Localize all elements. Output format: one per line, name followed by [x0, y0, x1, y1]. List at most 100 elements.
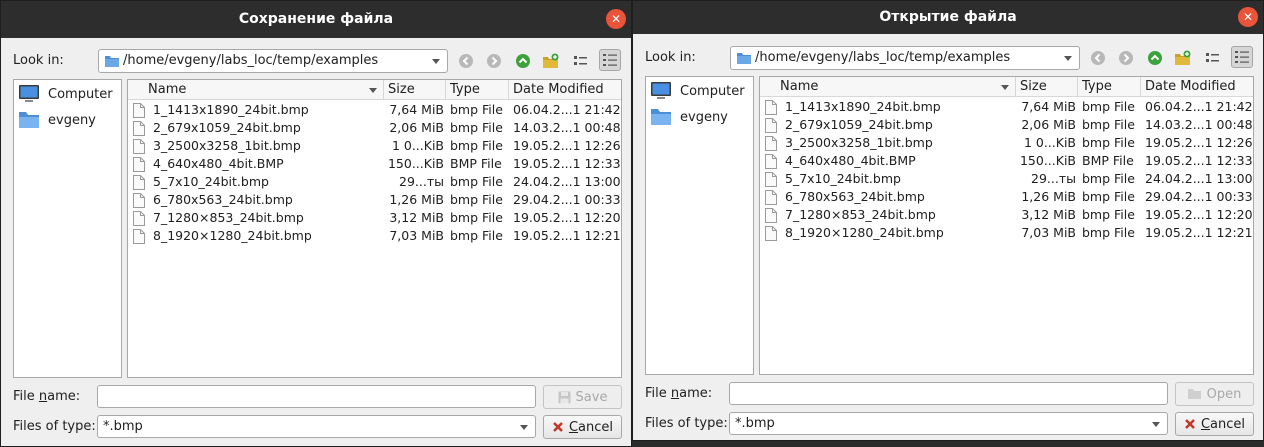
- file-row[interactable]: 3_2500x3258_1bit.bmp 1 0...KiB bmp File 19.…: [128, 137, 621, 155]
- column-header-label: Type: [450, 82, 480, 97]
- column-header-type[interactable]: Type: [1078, 77, 1141, 97]
- sidebar-item-computer[interactable]: Computer: [18, 82, 113, 106]
- file-row[interactable]: 7_1280×853_24bit.bmp 3,12 MiB bmp File 19.0…: [760, 206, 1253, 224]
- file-type-combo[interactable]: *.bmp: [97, 415, 536, 438]
- path-combo[interactable]: /home/evgeny/labs_loc/temp/examples: [730, 46, 1080, 70]
- file-row[interactable]: 5_7x10_24bit.bmp 29...ты bmp File 24.04.2..…: [760, 170, 1253, 188]
- parent-directory-button[interactable]: [1144, 47, 1166, 69]
- path-combo[interactable]: /home/evgeny/labs_loc/temp/examples: [98, 49, 448, 73]
- back-button[interactable]: [1087, 47, 1109, 69]
- file-row[interactable]: 6_780x563_24bit.bmp 1,26 MiB bmp File 29.04…: [760, 188, 1253, 206]
- column-header-label: Size: [388, 82, 415, 97]
- forward-button[interactable]: [1115, 47, 1137, 69]
- file-type-cell: bmp File: [450, 120, 503, 135]
- column-header-name[interactable]: Name: [128, 80, 384, 100]
- file-name-input[interactable]: [729, 382, 1168, 405]
- detail-view-button[interactable]: [1231, 46, 1253, 68]
- file-icon: [765, 154, 777, 169]
- file-row[interactable]: 5_7x10_24bit.bmp 29...ты bmp File 24.04.2..…: [128, 173, 621, 191]
- column-header-name[interactable]: Name: [760, 77, 1016, 97]
- file-name-cell: 7_1280×853_24bit.bmp: [785, 207, 936, 222]
- cancel-button-label: Cancel: [568, 419, 614, 435]
- file-type-cell: bmp File: [450, 228, 503, 243]
- new-folder-button[interactable]: [540, 50, 562, 72]
- file-type-cell: bmp File: [450, 102, 503, 117]
- file-row[interactable]: 1_1413x1890_24bit.bmp 7,64 MiB bmp File 06.…: [760, 98, 1253, 116]
- file-name-cell: 5_7x10_24bit.bmp: [785, 171, 901, 186]
- file-date-cell: 06.04.2...1 21:42: [1145, 99, 1253, 114]
- file-type-cell: bmp File: [1082, 117, 1135, 132]
- sidebar-item-evgeny[interactable]: evgeny: [18, 108, 96, 132]
- file-date-cell: 19.05.2...1 12:33: [513, 156, 621, 171]
- file-row[interactable]: 4_640x480_4bit.BMP 150...KiB BMP File 19.05…: [760, 152, 1253, 170]
- save-button-label: Save: [575, 389, 608, 405]
- places-sidebar: Computer evgeny: [645, 76, 754, 375]
- file-list: Name Size Type Date Modified 1_1413x1890…: [127, 79, 622, 378]
- file-icon: [765, 100, 777, 115]
- cancel-button-label: Cancel: [1200, 416, 1246, 432]
- file-size-cell: 1 0...KiB: [1023, 135, 1076, 150]
- sidebar-item-computer[interactable]: Computer: [650, 79, 745, 103]
- look-in-label: Look in:: [13, 53, 64, 68]
- file-date-cell: 19.05.2...1 12:26: [1145, 135, 1253, 150]
- file-date-cell: 29.04.2...1 00:33: [1145, 189, 1253, 204]
- chevron-down-icon: [1152, 422, 1160, 427]
- column-header-date-modified[interactable]: Date Modified: [1141, 77, 1253, 97]
- file-size-cell: 3,12 MiB: [1021, 207, 1076, 222]
- sidebar-item-label: evgeny: [680, 109, 728, 125]
- file-size-cell: 7,64 MiB: [1021, 99, 1076, 114]
- detail-view-icon: [603, 54, 617, 66]
- cancel-button[interactable]: Cancel: [1175, 412, 1254, 436]
- new-folder-button[interactable]: [1172, 47, 1194, 69]
- list-view-button[interactable]: [1202, 47, 1224, 69]
- file-row[interactable]: 8_1920×1280_24bit.bmp 7,03 MiB bmp File 19.…: [128, 227, 621, 245]
- parent-directory-button[interactable]: [512, 50, 534, 72]
- file-row[interactable]: 6_780x563_24bit.bmp 1,26 MiB bmp File 29.04…: [128, 191, 621, 209]
- save-button[interactable]: Save: [543, 385, 622, 409]
- up-arrow-icon: [516, 54, 530, 68]
- detail-view-button[interactable]: [599, 49, 621, 71]
- column-header-size[interactable]: Size: [384, 80, 446, 100]
- file-row[interactable]: 1_1413x1890_24bit.bmp 7,64 MiB bmp File 06.…: [128, 101, 621, 119]
- detail-view-icon: [1235, 51, 1249, 63]
- file-type-value: *.bmp: [103, 419, 143, 434]
- open-button[interactable]: Open: [1175, 382, 1254, 406]
- file-type-cell: bmp File: [1082, 135, 1135, 150]
- file-row[interactable]: 8_1920×1280_24bit.bmp 7,03 MiB bmp File 19.…: [760, 224, 1253, 242]
- file-date-cell: 14.03.2...1 00:48: [513, 120, 621, 135]
- column-header-label: Date Modified: [1145, 79, 1236, 94]
- file-name-cell: 4_640x480_4bit.BMP: [153, 156, 284, 171]
- file-type-combo[interactable]: *.bmp: [729, 412, 1168, 435]
- close-button[interactable]: ✕: [1238, 7, 1258, 27]
- file-row[interactable]: 3_2500x3258_1bit.bmp 1 0...KiB bmp File 19.…: [760, 134, 1253, 152]
- file-type-cell: bmp File: [1082, 207, 1135, 222]
- column-header-type[interactable]: Type: [446, 80, 509, 100]
- column-header-date-modified[interactable]: Date Modified: [509, 80, 621, 100]
- back-button[interactable]: [455, 50, 477, 72]
- file-row[interactable]: 2_679x1059_24bit.bmp 2,06 MiB bmp File 14.0…: [760, 116, 1253, 134]
- file-icon: [133, 157, 145, 172]
- file-row[interactable]: 7_1280×853_24bit.bmp 3,12 MiB bmp File 19.0…: [128, 209, 621, 227]
- sidebar-item-evgeny[interactable]: evgeny: [650, 105, 728, 129]
- file-name-cell: 5_7x10_24bit.bmp: [153, 174, 269, 189]
- cancel-button[interactable]: Cancel: [543, 415, 622, 439]
- file-row[interactable]: 4_640x480_4bit.BMP 150...KiB BMP File 19.05…: [128, 155, 621, 173]
- files-of-type-label: Files of type:: [13, 419, 96, 434]
- close-button[interactable]: ✕: [606, 9, 626, 29]
- file-icon: [765, 136, 777, 151]
- list-view-button[interactable]: [570, 50, 592, 72]
- file-name-cell: 3_2500x3258_1bit.bmp: [785, 135, 933, 150]
- computer-icon: [19, 85, 39, 102]
- column-header-size[interactable]: Size: [1016, 77, 1078, 97]
- file-name-cell: 6_780x563_24bit.bmp: [153, 192, 293, 207]
- file-name-input[interactable]: [97, 385, 536, 408]
- forward-button[interactable]: [483, 50, 505, 72]
- file-type-cell: bmp File: [450, 192, 503, 207]
- file-type-cell: bmp File: [450, 174, 503, 189]
- cancel-icon: [1184, 418, 1196, 430]
- file-type-cell: bmp File: [450, 138, 503, 153]
- file-row[interactable]: 2_679x1059_24bit.bmp 2,06 MiB bmp File 14.0…: [128, 119, 621, 137]
- file-icon: [133, 193, 145, 208]
- sort-descending-icon: [369, 88, 377, 93]
- file-icon: [133, 139, 145, 154]
